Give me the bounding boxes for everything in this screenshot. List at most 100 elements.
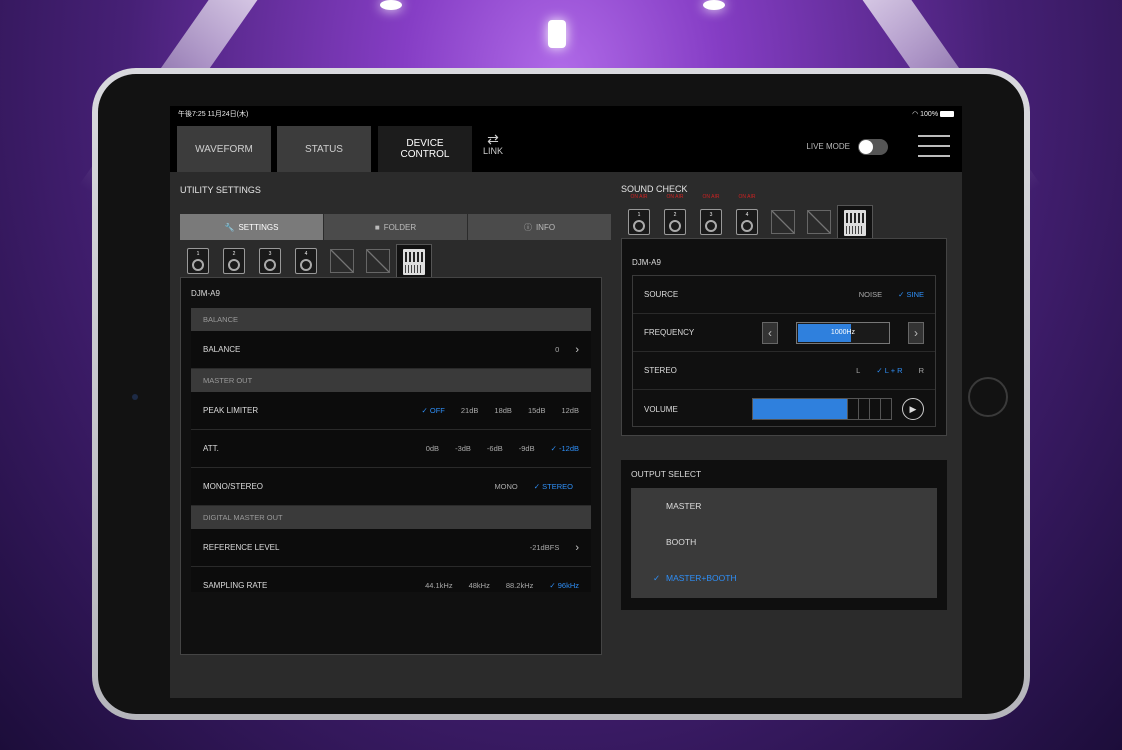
player-number: 3: [709, 212, 713, 218]
battery-percent: 100%: [920, 111, 939, 118]
frequency-increase-button[interactable]: ›: [908, 321, 924, 344]
tab-label: WAVEFORM: [195, 143, 253, 155]
cdj-icon: 2: [223, 248, 245, 274]
option-88khz[interactable]: 88.2kHz: [506, 581, 534, 590]
option-r[interactable]: R: [919, 366, 924, 375]
option-att-3db[interactable]: -3dB: [455, 444, 471, 453]
option-96khz[interactable]: ✓ 96kHz: [549, 581, 579, 590]
setting-label: VOLUME: [644, 404, 678, 414]
option-att-9db[interactable]: -9dB: [519, 444, 535, 453]
setting-row-peak-limiter: PEAK LIMITER ✓ OFF 21dB 18dB 15dB 12dB: [191, 392, 591, 430]
sc-device-player-1[interactable]: ON AIR 1: [621, 194, 657, 239]
option-noise[interactable]: NOISE: [859, 290, 882, 299]
utility-device-selector: 1 2 3 4: [180, 244, 432, 278]
tab-waveform[interactable]: WAVEFORM: [177, 126, 271, 172]
option-att-0db[interactable]: 0dB: [426, 444, 439, 453]
sc-device-mixer[interactable]: [837, 205, 873, 239]
hamburger-menu-icon[interactable]: [918, 135, 950, 157]
play-icon[interactable]: ▶: [902, 398, 924, 420]
tab-label-line1: DEVICE: [406, 138, 444, 149]
on-air-label: ON AIR: [630, 194, 648, 200]
option-l[interactable]: L: [856, 366, 860, 375]
device-empty-slot[interactable]: [360, 244, 396, 278]
chevron-right-icon: ›: [575, 541, 579, 554]
option-peak-21db[interactable]: 21dB: [461, 406, 479, 415]
link-label: LINK: [482, 146, 503, 156]
stage-light: [380, 0, 402, 10]
frequency-decrease-button[interactable]: ‹: [762, 321, 778, 344]
volume-fill: [753, 399, 847, 419]
option-peak-18db[interactable]: 18dB: [494, 406, 512, 415]
setting-row-sampling-rate: SAMPLING RATE 44.1kHz 48kHz 88.2kHz ✓ 96…: [191, 567, 591, 592]
tab-label-line2: CONTROL: [400, 149, 450, 160]
tablet-frame: 午後7:25 11月24日(木) ◠ 100% WAVEFORM STATUS …: [92, 68, 1030, 720]
option-att-6db[interactable]: -6dB: [487, 444, 503, 453]
option-sine[interactable]: ✓ SINE: [898, 290, 924, 299]
setting-label: ATT.: [203, 444, 219, 453]
check-icon: ✓: [653, 572, 661, 583]
frequency-slider[interactable]: 1000Hz: [796, 321, 890, 344]
option-44khz[interactable]: 44.1kHz: [425, 581, 453, 590]
setting-label: SOURCE: [644, 290, 679, 299]
setting-row-balance[interactable]: BALANCE 0 ›: [191, 331, 591, 369]
tab-status[interactable]: STATUS: [277, 126, 371, 172]
empty-slot-icon: [330, 249, 354, 273]
device-player-1[interactable]: 1: [180, 244, 216, 278]
setting-row-reference-level[interactable]: REFERENCE LEVEL -21dBFS ›: [191, 529, 591, 567]
battery-icon: [940, 111, 954, 118]
device-empty-slot[interactable]: [324, 244, 360, 278]
cdj-icon: 4: [295, 248, 317, 274]
on-air-label: ON AIR: [702, 194, 720, 200]
cdj-icon: 1: [628, 209, 650, 235]
option-peak-off[interactable]: ✓ OFF: [422, 406, 445, 415]
section-header-master-out: MASTER OUT: [191, 369, 591, 392]
segment-info[interactable]: ⓘ INFO: [468, 214, 611, 240]
empty-slot-icon: [366, 249, 390, 273]
volume-meter[interactable]: [752, 398, 892, 420]
option-mono[interactable]: MONO: [494, 482, 517, 491]
settings-list[interactable]: BALANCE BALANCE 0 › MASTER OUT PEAK LIMIT…: [191, 308, 591, 592]
option-48khz[interactable]: 48kHz: [469, 581, 490, 590]
sc-row-frequency: FREQUENCY ‹ 1000Hz ›: [633, 314, 935, 352]
device-player-4[interactable]: 4: [288, 244, 324, 278]
option-l-plus-r[interactable]: ✓ L + R: [876, 366, 902, 375]
setting-value: 0: [555, 345, 560, 354]
output-item-master[interactable]: MASTER: [631, 488, 937, 524]
utility-segment-control: 🔧 SETTINGS ■ FOLDER ⓘ INFO: [180, 214, 611, 240]
setting-label: REFERENCE LEVEL: [203, 543, 280, 552]
sc-row-stereo: STEREO L ✓ L + R R: [633, 352, 935, 390]
segment-settings[interactable]: 🔧 SETTINGS: [180, 214, 323, 240]
cdj-icon: 3: [700, 209, 722, 235]
status-time: 午後7:25 11月24日(木): [178, 111, 249, 118]
output-select-list: MASTER BOOTH ✓ MASTER+BOOTH: [631, 488, 937, 598]
device-name: DJM-A9: [191, 289, 220, 298]
player-number: 3: [268, 251, 272, 257]
status-bar: 午後7:25 11月24日(木) ◠ 100%: [170, 106, 962, 122]
option-att-12db[interactable]: ✓ -12dB: [551, 444, 579, 453]
wifi-icon: ◠: [912, 111, 921, 118]
device-player-2[interactable]: 2: [216, 244, 252, 278]
setting-label: MONO/STEREO: [203, 482, 264, 491]
device-mixer[interactable]: [396, 244, 432, 278]
player-number: 2: [673, 212, 677, 218]
tab-label: DEVICE CONTROL: [401, 138, 450, 160]
sc-device-player-2[interactable]: ON AIR 2: [657, 194, 693, 239]
option-peak-15db[interactable]: 15dB: [528, 406, 546, 415]
wrench-icon: 🔧: [224, 222, 235, 232]
sc-device-empty-slot[interactable]: [765, 205, 801, 239]
output-item-master-booth[interactable]: ✓ MASTER+BOOTH: [631, 560, 937, 596]
tab-device-control[interactable]: DEVICE CONTROL: [378, 126, 472, 172]
option-peak-12db[interactable]: 12dB: [561, 406, 579, 415]
option-stereo[interactable]: ✓ STEREO: [534, 482, 573, 491]
sc-device-player-4[interactable]: ON AIR 4: [729, 194, 765, 239]
utility-settings-title: UTILITY SETTINGS: [180, 185, 261, 195]
link-button[interactable]: ⇄ LINK: [478, 132, 508, 156]
output-item-booth[interactable]: BOOTH: [631, 524, 937, 560]
top-bar: WAVEFORM STATUS DEVICE CONTROL ⇄ LINK LIV…: [170, 122, 962, 172]
sc-device-player-3[interactable]: ON AIR 3: [693, 194, 729, 239]
home-button[interactable]: [968, 377, 1008, 417]
sc-device-empty-slot[interactable]: [801, 205, 837, 239]
device-player-3[interactable]: 3: [252, 244, 288, 278]
segment-folder[interactable]: ■ FOLDER: [324, 214, 467, 240]
live-mode-toggle[interactable]: [858, 139, 888, 155]
